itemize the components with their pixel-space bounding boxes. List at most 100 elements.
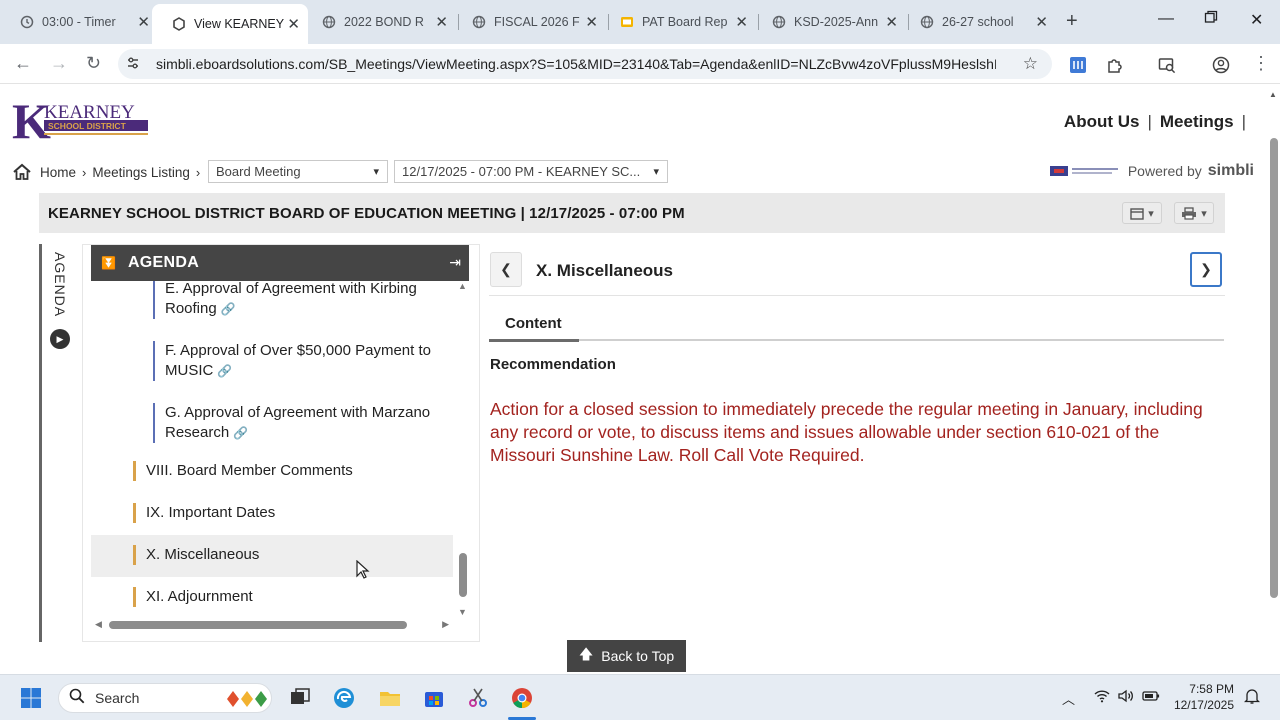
agenda-item-selected[interactable]: X. Miscellaneous	[133, 545, 443, 565]
tab-content[interactable]: Content	[505, 315, 562, 332]
agenda-vertical-scrollbar[interactable]: ▲ ▼	[457, 281, 469, 617]
agenda-item-label: X. Miscellaneous	[146, 546, 260, 563]
chrome-icon[interactable]	[510, 686, 534, 710]
snipping-tool-icon[interactable]	[466, 686, 490, 710]
agenda-item[interactable]: G. Approval of Agreement with Marzano Re…	[153, 403, 449, 443]
address-bar[interactable]: simbli.eboardsolutions.com/SB_Meetings/V…	[118, 49, 1052, 79]
previous-item-button[interactable]: ❮	[490, 252, 522, 287]
bookmark-star-icon[interactable]: ☆	[1023, 54, 1038, 74]
restore-icon[interactable]	[1204, 10, 1218, 29]
taskbar-clock[interactable]: 7:58 PM 12/17/2025	[1174, 681, 1234, 713]
scroll-up-icon[interactable]: ▲	[1269, 90, 1277, 99]
meeting-date-select[interactable]: 12/17/2025 - 07:00 PM - KEARNEY SC... ▾	[394, 160, 668, 183]
new-tab-plus-icon[interactable]: +	[1066, 10, 1078, 33]
globe-icon	[322, 15, 336, 29]
page-scrollbar-thumb[interactable]	[1270, 138, 1278, 598]
window-close-icon[interactable]: ✕	[1250, 10, 1263, 30]
browser-tab-active[interactable]: View KEARNEY ✕	[152, 4, 308, 44]
breadcrumb-home[interactable]: Home	[40, 165, 76, 180]
back-arrow-icon[interactable]: ←	[14, 53, 32, 74]
browser-tab[interactable]: KSD-2025-Ann ✕	[752, 8, 906, 36]
breadcrumb: Home › Meetings Listing ›	[12, 160, 206, 184]
task-view-icon[interactable]	[288, 686, 312, 710]
taskbar-search[interactable]: Search	[58, 683, 272, 713]
close-icon[interactable]: ✕	[735, 13, 748, 31]
show-hidden-icons-chevron-icon[interactable]: ︿	[1062, 689, 1075, 708]
calendar-menu-button[interactable]: ▾	[1122, 202, 1162, 224]
agenda-scroll-thumb[interactable]	[459, 553, 467, 597]
search-highlight-icon	[227, 691, 267, 707]
agenda-header: ⏬ AGENDA ⇥	[91, 245, 469, 281]
edge-browser-icon[interactable]	[332, 686, 356, 710]
divider	[489, 295, 1225, 296]
close-icon[interactable]: ✕	[585, 13, 598, 31]
store-icon[interactable]	[422, 686, 446, 710]
profile-icon[interactable]	[1212, 56, 1230, 74]
minimize-icon[interactable]: —	[1158, 10, 1174, 28]
browser-tab[interactable]: 26-27 school ✕	[900, 8, 1056, 36]
close-icon[interactable]: ✕	[137, 13, 150, 31]
tab-title: 2022 BOND R	[344, 15, 424, 29]
nav-separator: |	[1241, 112, 1246, 131]
file-explorer-icon[interactable]	[378, 686, 402, 710]
agenda-hscroll-thumb[interactable]	[109, 621, 407, 629]
recommendation-text: Action for a closed session to immediate…	[490, 399, 1203, 465]
close-icon[interactable]: ✕	[287, 15, 300, 33]
lens-search-icon[interactable]	[1158, 56, 1176, 74]
volume-icon[interactable]	[1118, 689, 1134, 706]
windows-start-icon[interactable]	[20, 687, 42, 709]
agenda-item[interactable]: F. Approval of Over $50,000 Payment to M…	[153, 341, 449, 381]
collapse-panel-icon[interactable]: ⇥	[449, 254, 461, 271]
close-icon[interactable]: ✕	[885, 13, 898, 31]
attachment-link-icon[interactable]: 🔗	[233, 426, 248, 440]
extension-icon[interactable]	[1069, 56, 1087, 74]
home-icon[interactable]	[12, 163, 32, 181]
scroll-up-icon[interactable]: ▲	[458, 281, 467, 291]
meeting-type-select[interactable]: Board Meeting ▾	[208, 160, 388, 183]
attachment-link-icon[interactable]: 🔗	[217, 364, 232, 378]
agenda-item[interactable]: VIII. Board Member Comments	[133, 461, 443, 481]
agenda-horizontal-scrollbar[interactable]: ◀ ▶	[91, 619, 453, 631]
puzzle-extensions-icon[interactable]	[1106, 56, 1124, 74]
back-to-top-button[interactable]: 🡅 Back to Top	[567, 640, 686, 672]
browser-tab[interactable]: 2022 BOND R ✕	[302, 8, 456, 36]
globe-icon	[472, 15, 486, 29]
breadcrumb-meetings-listing[interactable]: Meetings Listing	[92, 165, 190, 180]
close-icon[interactable]: ✕	[1035, 13, 1048, 31]
double-chevron-down-icon[interactable]: ⏬	[101, 256, 116, 270]
wifi-icon[interactable]	[1094, 689, 1110, 706]
meeting-title: KEARNEY SCHOOL DISTRICT BOARD OF EDUCATI…	[48, 205, 685, 222]
browser-tab[interactable]: 03:00 - Timer ✕	[0, 8, 158, 36]
reload-icon[interactable]: ↻	[86, 53, 101, 74]
agenda-item-label: VIII. Board Member Comments	[146, 462, 353, 479]
browser-tab[interactable]: FISCAL 2026 F ✕	[452, 8, 606, 36]
agenda-panel: ⏬ AGENDA ⇥ E. Approval of Agreement with…	[82, 244, 480, 642]
meeting-title-bar: KEARNEY SCHOOL DISTRICT BOARD OF EDUCATI…	[39, 193, 1225, 233]
agenda-side-tab[interactable]: AGENDA ▶	[39, 244, 79, 642]
play-icon[interactable]: ▶	[50, 329, 70, 349]
close-icon[interactable]: ✕	[435, 13, 448, 31]
chevron-left-icon: ❮	[500, 261, 512, 277]
scroll-right-icon[interactable]: ▶	[442, 619, 449, 630]
agenda-item[interactable]: E. Approval of Agreement with Kirbing Ro…	[153, 281, 449, 319]
district-logo[interactable]: K KEARNEY SCHOOL DISTRICT	[12, 93, 152, 149]
forward-arrow-icon[interactable]: →	[50, 53, 68, 74]
page-scrollbar[interactable]: ▲ ▼	[1266, 88, 1280, 682]
browser-menu-icon[interactable]: ⋮	[1252, 53, 1270, 74]
nav-meetings[interactable]: Meetings	[1160, 112, 1234, 132]
scroll-left-icon[interactable]: ◀	[95, 619, 102, 630]
agenda-item[interactable]: XI. Adjournment	[133, 587, 443, 607]
next-item-button[interactable]: ❯	[1190, 252, 1222, 287]
agenda-item-label: E. Approval of Agreement with Kirbing Ro…	[165, 281, 417, 317]
agenda-item[interactable]: IX. Important Dates	[133, 503, 443, 523]
battery-icon[interactable]	[1142, 689, 1160, 706]
print-menu-button[interactable]: ▾	[1174, 202, 1214, 224]
attachment-link-icon[interactable]: 🔗	[221, 302, 236, 316]
notification-bell-icon[interactable]	[1243, 687, 1261, 708]
browser-tab[interactable]: PAT Board Rep ✕	[600, 8, 756, 36]
site-info-icon[interactable]	[126, 56, 142, 73]
nav-about-us[interactable]: About Us	[1064, 112, 1140, 132]
printer-icon	[1182, 206, 1197, 220]
msba-badge-icon	[1049, 166, 1118, 176]
scroll-down-icon[interactable]: ▼	[458, 607, 467, 617]
